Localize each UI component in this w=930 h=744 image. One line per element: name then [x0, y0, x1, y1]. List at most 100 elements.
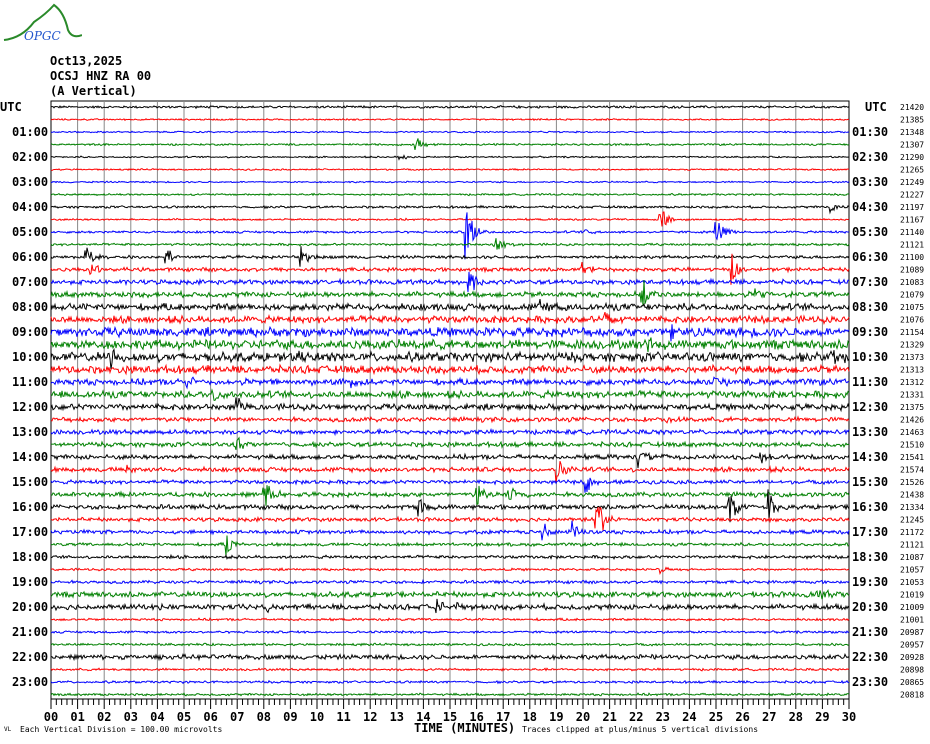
right-row-value: 21334	[900, 503, 924, 512]
right-row-value: 21438	[900, 491, 924, 500]
x-tick-label: 18	[523, 710, 537, 724]
left-axis-title: UTC	[0, 100, 22, 114]
right-hour-label: 11:30	[852, 375, 888, 389]
left-hour-label: 06:00	[12, 250, 48, 264]
right-row-value: 21197	[900, 203, 924, 212]
left-hour-label: 12:00	[12, 400, 48, 414]
right-row-value: 21249	[900, 178, 924, 187]
x-tick-label: 13	[390, 710, 404, 724]
right-hour-label: 17:30	[852, 525, 888, 539]
right-row-value: 21076	[900, 316, 924, 325]
x-tick-label: 11	[336, 710, 350, 724]
x-tick-label: 24	[682, 710, 696, 724]
right-hour-label: 01:30	[852, 125, 888, 139]
x-tick-label: 21	[602, 710, 616, 724]
left-hour-label: 11:00	[12, 375, 48, 389]
right-row-value: 21172	[900, 528, 924, 537]
right-hour-label: 09:30	[852, 325, 888, 339]
right-row-value: 21079	[900, 291, 924, 300]
left-hour-label: 20:00	[12, 600, 48, 614]
x-tick-label: 08	[257, 710, 271, 724]
right-row-value: 21312	[900, 378, 924, 387]
x-tick-label: 26	[735, 710, 749, 724]
left-hour-label: 16:00	[12, 500, 48, 514]
left-hour-label: 23:00	[12, 675, 48, 689]
left-hour-label: 19:00	[12, 575, 48, 589]
left-hour-label: 22:00	[12, 650, 48, 664]
right-row-value: 21463	[900, 428, 924, 437]
right-row-value: 21053	[900, 578, 924, 587]
left-hour-label: 07:00	[12, 275, 48, 289]
x-tick-label: 09	[283, 710, 297, 724]
left-hour-label: 18:00	[12, 550, 48, 564]
x-tick-label: 06	[203, 710, 217, 724]
right-row-value: 20987	[900, 628, 924, 637]
right-row-value: 21001	[900, 616, 924, 625]
x-tick-label: 25	[709, 710, 723, 724]
right-hour-label: 22:30	[852, 650, 888, 664]
right-hour-label: 18:30	[852, 550, 888, 564]
right-row-value: 21265	[900, 166, 924, 175]
right-row-value: 20865	[900, 678, 924, 687]
left-hour-label: 02:00	[12, 150, 48, 164]
x-tick-label: 03	[124, 710, 138, 724]
vertical-division-note: Each Vertical Division = 100.00 microvol…	[20, 725, 223, 734]
right-hour-label: 21:30	[852, 625, 888, 639]
right-row-value: 21154	[900, 328, 924, 337]
x-tick-label: 22	[629, 710, 643, 724]
right-hour-label: 15:30	[852, 475, 888, 489]
right-hour-label: 20:30	[852, 600, 888, 614]
right-row-value: 21245	[900, 516, 924, 525]
left-hour-label: 13:00	[12, 425, 48, 439]
corner-mark: VL	[4, 726, 12, 733]
x-tick-label: 10	[310, 710, 324, 724]
right-row-value: 21426	[900, 416, 924, 425]
x-tick-label: 20	[576, 710, 590, 724]
right-row-value: 21385	[900, 116, 924, 125]
x-tick-label: 19	[549, 710, 563, 724]
right-row-value: 21331	[900, 391, 924, 400]
right-row-value: 21057	[900, 566, 924, 575]
right-row-value: 21348	[900, 128, 924, 137]
right-row-value: 21574	[900, 466, 924, 475]
left-hour-label: 01:00	[12, 125, 48, 139]
right-hour-label: 05:30	[852, 225, 888, 239]
x-tick-label: 27	[762, 710, 776, 724]
right-hour-label: 19:30	[852, 575, 888, 589]
right-row-value: 21313	[900, 366, 924, 375]
right-row-value: 20957	[900, 641, 924, 650]
x-tick-label: 01	[70, 710, 84, 724]
right-row-value: 21526	[900, 478, 924, 487]
right-row-value: 20818	[900, 691, 924, 700]
x-tick-label: 28	[789, 710, 803, 724]
right-row-value: 21140	[900, 228, 924, 237]
right-row-value: 21100	[900, 253, 924, 262]
x-tick-label: 07	[230, 710, 244, 724]
left-hour-label: 04:00	[12, 200, 48, 214]
right-row-value: 21075	[900, 303, 924, 312]
right-hour-label: 14:30	[852, 450, 888, 464]
right-row-value: 21510	[900, 441, 924, 450]
x-tick-label: 23	[656, 710, 670, 724]
right-row-value: 20928	[900, 653, 924, 662]
helicorder-plot: 00 01 02 03 04 05 06 07 08 09 10 11 12 13 14 15 16 17 18 19…	[0, 100, 924, 724]
left-hour-label: 21:00	[12, 625, 48, 639]
left-hour-label: 17:00	[12, 525, 48, 539]
left-hour-label: 15:00	[12, 475, 48, 489]
right-hour-label: 04:30	[852, 200, 888, 214]
right-hour-label: 07:30	[852, 275, 888, 289]
x-tick-label: 00	[44, 710, 58, 724]
right-row-value: 21290	[900, 153, 924, 162]
right-row-value: 21019	[900, 591, 924, 600]
x-tick-label: 05	[177, 710, 191, 724]
x-tick-label: 04	[150, 710, 164, 724]
right-hour-label: 10:30	[852, 350, 888, 364]
right-hour-label: 23:30	[852, 675, 888, 689]
x-tick-label: 29	[815, 710, 829, 724]
right-hour-label: 06:30	[852, 250, 888, 264]
right-row-value: 21307	[900, 141, 924, 150]
right-row-value: 21083	[900, 278, 924, 287]
right-row-value: 21167	[900, 216, 924, 225]
right-row-value: 21375	[900, 403, 924, 412]
right-row-value: 21009	[900, 603, 924, 612]
